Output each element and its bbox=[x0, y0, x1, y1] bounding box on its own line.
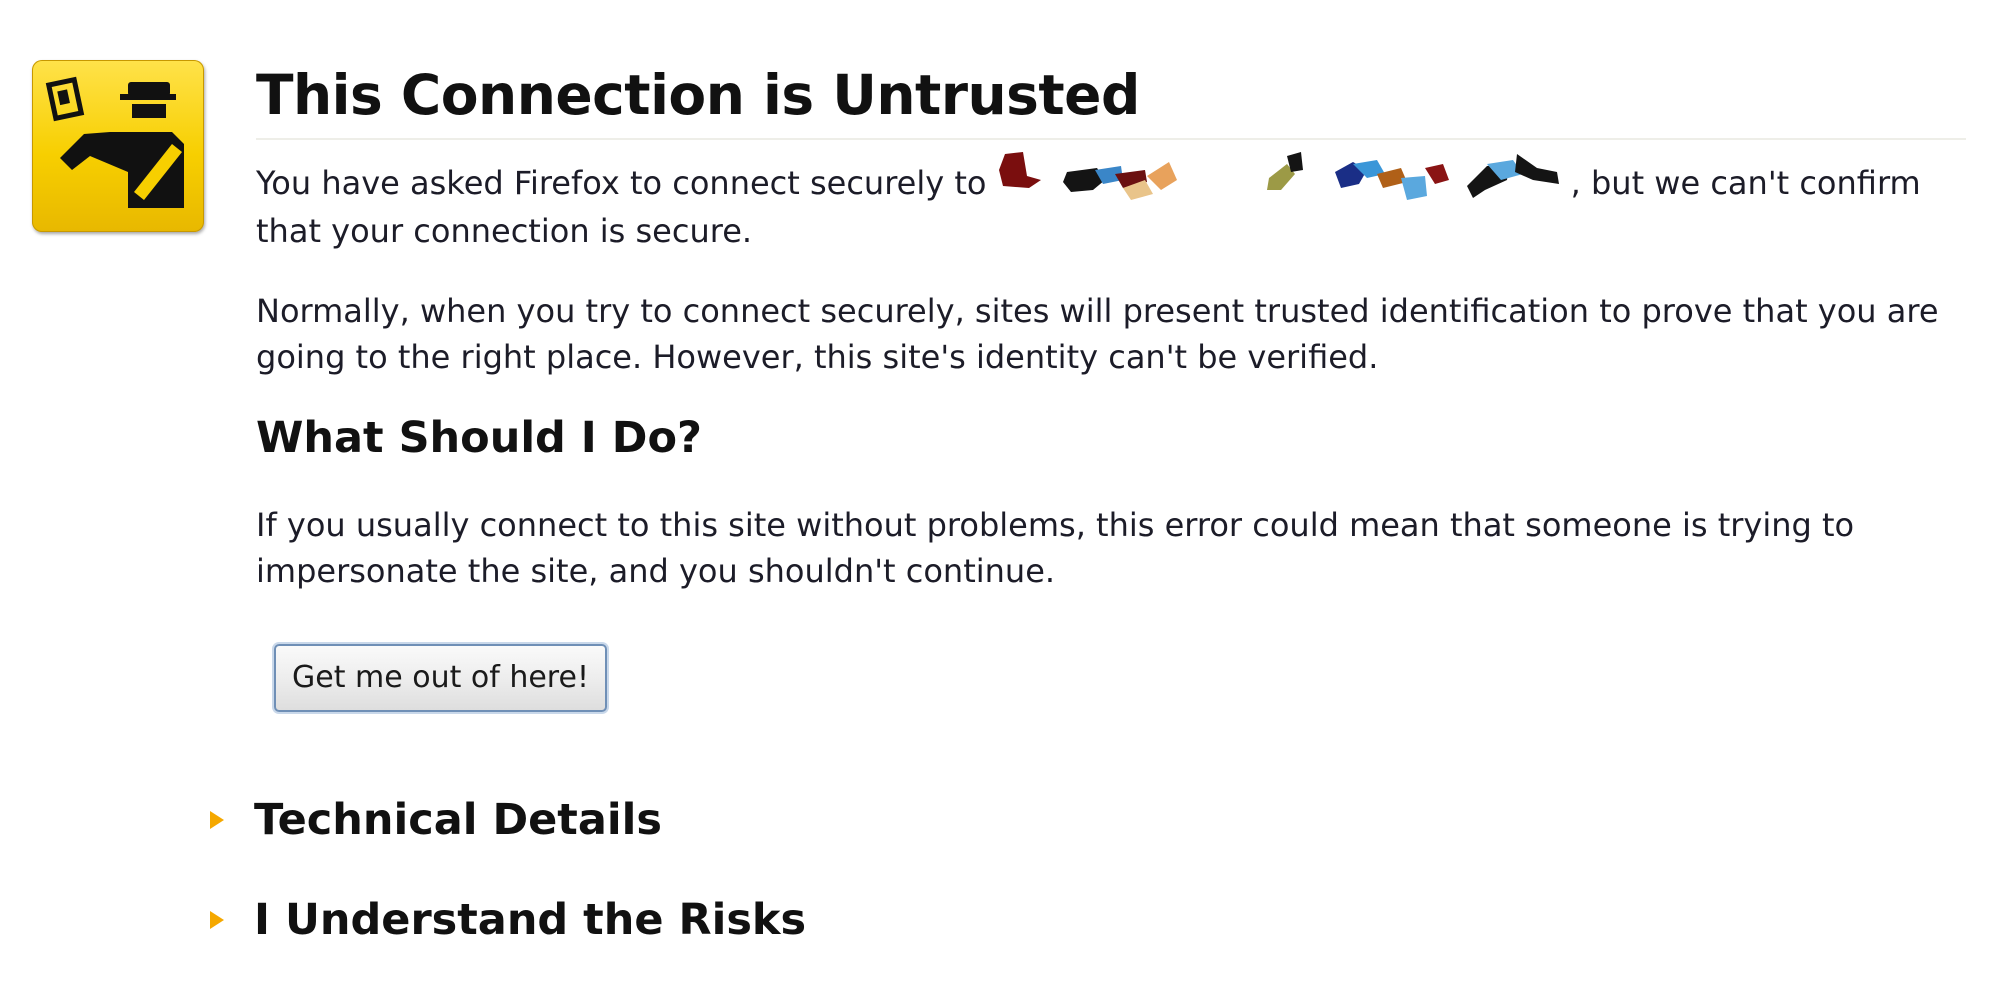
intro-text: You have asked Firefox to connect secure… bbox=[256, 152, 1966, 254]
normally-text: Normally, when you try to connect secure… bbox=[256, 292, 1939, 376]
get-me-out-button[interactable]: Get me out of here! bbox=[274, 644, 607, 712]
untrusted-connection-page: This Connection is Untrusted You have as… bbox=[0, 0, 2000, 990]
technical-details-label: Technical Details bbox=[254, 795, 662, 845]
intro-text-before-host: You have asked Firefox to connect secure… bbox=[256, 164, 997, 202]
technical-details-expander[interactable]: Technical Details bbox=[198, 790, 662, 850]
what-should-i-do-heading: What Should I Do? bbox=[256, 413, 702, 463]
officer-icon bbox=[32, 60, 204, 232]
advice-text: If you usually connect to this site with… bbox=[256, 506, 1855, 590]
page-title: This Connection is Untrusted bbox=[256, 60, 1966, 140]
understand-risks-expander[interactable]: I Understand the Risks bbox=[198, 890, 806, 950]
triangle-right-icon bbox=[210, 811, 224, 829]
obscured-hostname bbox=[998, 152, 1559, 200]
understand-risks-label: I Understand the Risks bbox=[254, 895, 807, 945]
triangle-right-icon bbox=[210, 911, 224, 929]
main-content: This Connection is Untrusted You have as… bbox=[256, 60, 1966, 712]
